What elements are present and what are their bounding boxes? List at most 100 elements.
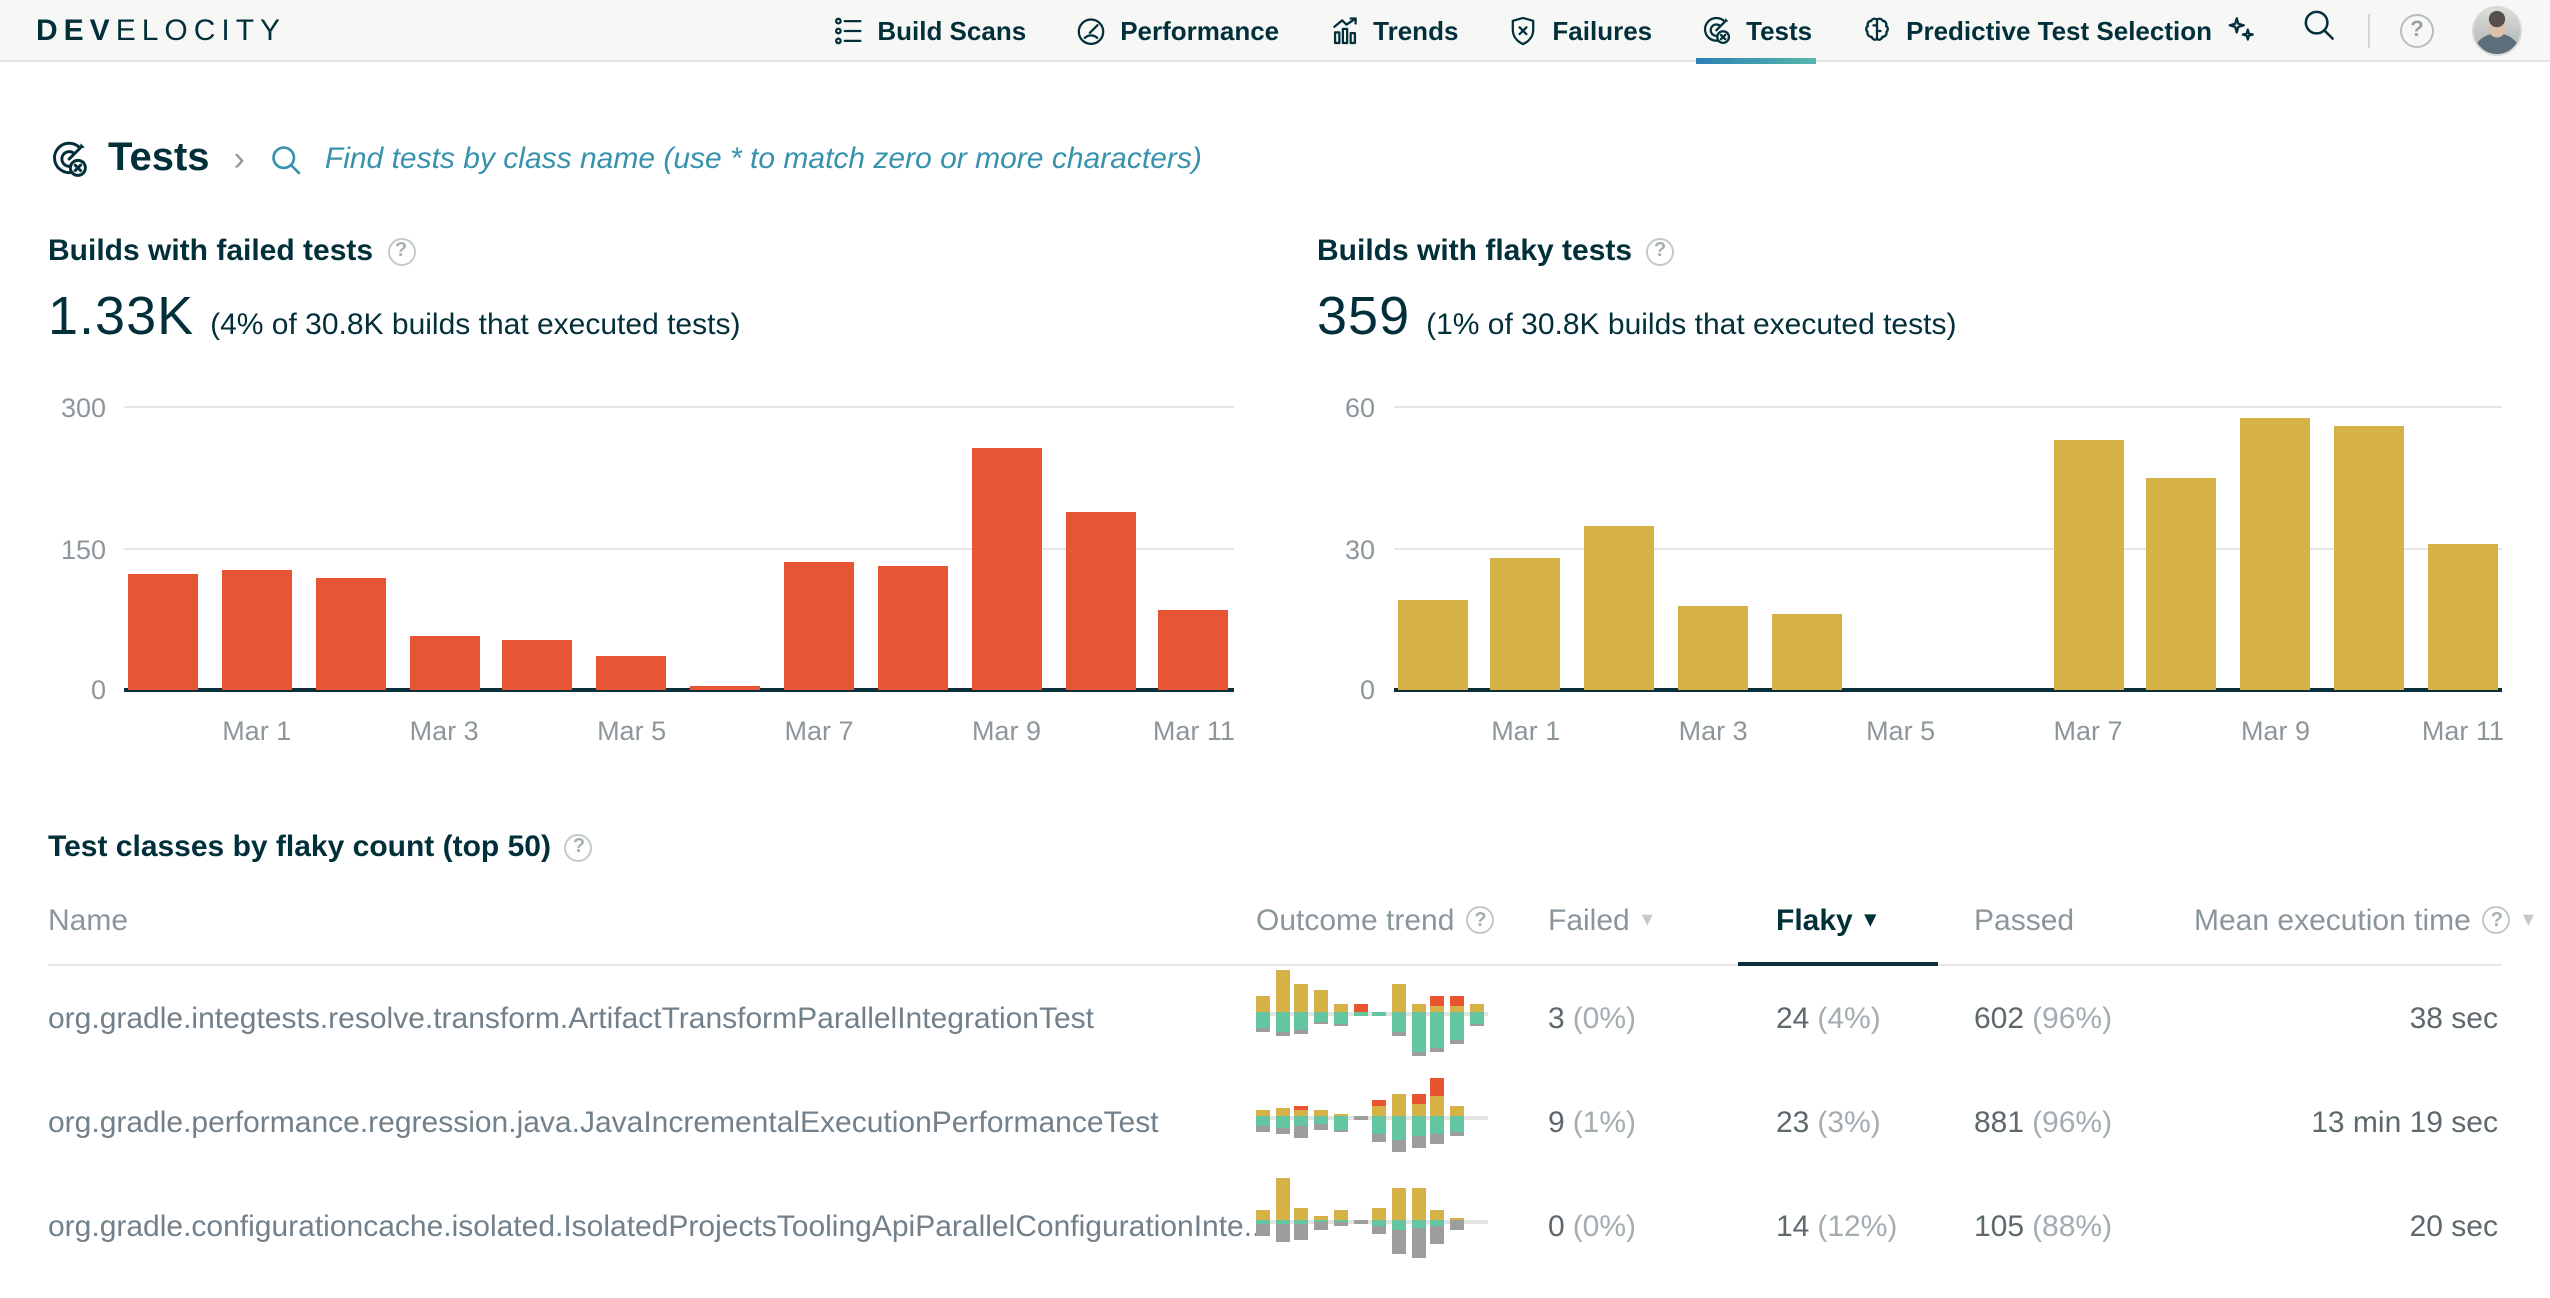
breadcrumb-separator: › [234,139,245,179]
chart-bar[interactable] [971,448,1041,691]
x-tick-label [2147,716,2217,746]
column-header-mean-execution-time[interactable]: Mean execution time [2194,876,2534,964]
failed-percentage: (0%) [1573,1209,1636,1243]
column-header-label: Flaky [1776,903,1853,937]
column-header-label: Failed [1548,903,1630,937]
passed-cell: 105(88%) [1974,1209,2194,1243]
chart-bar[interactable] [1772,615,1842,690]
chart-bar[interactable] [1397,601,1467,690]
x-tick-label: Mar 1 [1491,716,1561,746]
column-header-passed[interactable]: Passed [1974,876,2194,964]
x-tick-label: Mar 7 [2053,716,2123,746]
chart-bar[interactable] [1065,511,1135,690]
table-row[interactable]: org.gradle.integtests.resolve.transform.… [48,966,2502,1070]
test-class-name[interactable]: org.gradle.configurationcache.isolated.I… [48,1209,1256,1243]
chart-bar[interactable] [2428,544,2498,690]
chart-bar[interactable] [1584,526,1654,691]
nav-item-tests[interactable]: Tests [1676,0,1836,61]
chart-bar[interactable] [690,686,760,690]
chart-bar[interactable] [2053,441,2123,690]
metric-caption: (4% of 30.8K builds that executed tests) [210,308,740,342]
column-header-flaky[interactable]: Flaky [1776,876,1974,964]
chart-bar[interactable] [784,561,854,690]
table-row[interactable]: org.gradle.configurationcache.isolated.I… [48,1174,2502,1278]
x-tick-label: Mar 3 [409,716,479,746]
develocity-logo[interactable]: DEVELOCITY [36,13,286,47]
develocity-app: DEVELOCITY Build ScansPerformanceTrendsF… [0,0,2550,1298]
sparkline-segment-passed [1256,1012,1270,1028]
nav-item-performance[interactable]: Performance [1050,0,1303,61]
tests-search[interactable] [269,140,2502,178]
nav-item-trends[interactable]: Trends [1303,0,1482,61]
help-icon[interactable] [565,833,593,861]
sparkline-segment-flaky [1411,1188,1425,1220]
sparkline-segment-passed [1295,1012,1309,1030]
x-tick-label: Mar 5 [597,716,667,746]
chart-bar[interactable] [1491,558,1561,690]
nav-item-predictive-test-selection[interactable]: Predictive Test Selection [1836,0,2282,61]
outcome-trend-sparkline[interactable] [1256,1176,1488,1276]
sparkline-segment-passed [1334,1116,1348,1130]
chart-bar[interactable] [878,567,948,690]
sparkline-segment-flaky [1256,1210,1270,1220]
nav-item-build-scans[interactable]: Build Scans [807,0,1050,61]
help-icon[interactable] [2483,906,2511,934]
help-icon[interactable] [1646,237,1674,265]
chart-bar[interactable] [409,636,479,691]
user-avatar[interactable] [2472,5,2522,55]
chart-bar[interactable] [222,571,292,690]
chart-bar[interactable] [1678,605,1748,690]
chart-bar[interactable] [1159,610,1229,690]
metric-value: 1.33K [48,286,194,348]
search-icon [269,141,305,177]
help-icon[interactable] [387,237,415,265]
chart-bar[interactable] [2334,427,2404,690]
help-icon[interactable] [1466,906,1494,934]
mean-execution-time: 38 sec [2410,1001,2502,1035]
sparkline-segment-other [1275,1032,1289,1035]
predictive-icon [1860,13,1894,47]
sparkline-dash [1372,1012,1386,1015]
sparkline-segment-other [1372,1226,1386,1233]
tests-search-input[interactable] [321,140,1609,178]
chart-bar[interactable] [2240,417,2310,690]
chart-bar[interactable] [128,573,198,690]
test-class-name[interactable]: org.gradle.performance.regression.java.J… [48,1105,1256,1139]
x-tick-label [1065,716,1135,746]
sparkline-segment-flaky [1275,1108,1289,1116]
column-header-outcome-trend[interactable]: Outcome trend [1256,876,1548,964]
top-navbar: DEVELOCITY Build Scans PerformanceTrendsF… [0,0,2550,62]
flaky-test-classes-section: Test classes by flaky count (top 50) Nam… [48,830,2502,1278]
global-search-button[interactable] [2282,6,2356,54]
outcome-trend-sparkline[interactable] [1256,968,1488,1068]
chart-bar[interactable] [597,656,667,690]
flaky-percentage: (3%) [1817,1105,1880,1139]
nav-item-failures[interactable]: Failures [1482,0,1676,61]
sparkline-segment-flaky [1469,1004,1483,1012]
nav-item-label: Build Scans [877,15,1026,45]
failed-cell: 3(0%) [1548,1001,1776,1035]
x-tick-label [878,716,948,746]
search-icon [2300,6,2338,54]
chart-bar[interactable] [2147,479,2217,691]
sparkline-segment-flaky [1392,984,1406,1012]
sparkline-segment-passed [1411,1012,1425,1052]
chart-bar[interactable] [503,639,573,690]
failed-tests-chart: Builds with failed tests 1.33K (4% of 30… [48,234,1233,746]
sparkline-segment-flaky [1411,1104,1425,1116]
bars-layer [1393,408,2502,690]
column-header-label: Outcome trend [1256,903,1454,937]
x-tick-label: Mar 1 [222,716,292,746]
x-tick-label: Mar 11 [1159,716,1229,746]
outcome-trend-sparkline[interactable] [1256,1072,1488,1172]
chart-bar[interactable] [315,578,385,690]
column-header-failed[interactable]: Failed [1548,876,1776,964]
flaky-tests-chart: Builds with flaky tests 359 (1% of 30.8K… [1317,234,2502,746]
help-button[interactable] [2382,13,2452,47]
y-axis: 0150300 [48,408,124,690]
table-row[interactable]: org.gradle.performance.regression.java.J… [48,1070,2502,1174]
x-axis: Mar 1Mar 3Mar 5Mar 7Mar 9Mar 11 [124,716,1233,746]
column-header-name[interactable]: Name [48,876,1256,964]
sparkline-segment-passed [1353,1012,1367,1015]
test-class-name[interactable]: org.gradle.integtests.resolve.transform.… [48,1001,1256,1035]
